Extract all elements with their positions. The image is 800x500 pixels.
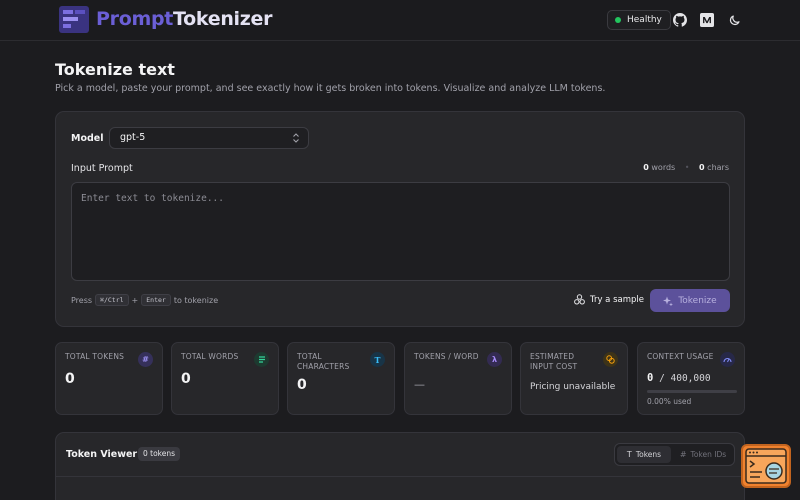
counts-separator: • (684, 163, 690, 172)
model-select[interactable]: gpt-5 (109, 127, 309, 149)
brand-part-tokenizer: Tokenizer (173, 8, 273, 30)
hint-key-modifier: ⌘/Ctrl (95, 294, 129, 306)
sparkles-icon (663, 296, 674, 306)
health-status-badge[interactable]: Healthy (607, 10, 671, 30)
tab-token-ids[interactable]: # Token IDs (673, 446, 733, 463)
context-total: / 400,000 (659, 373, 711, 384)
text-t-icon: T (626, 450, 632, 459)
hint-to-tokenize: to tokenize (173, 295, 219, 305)
tokenize-button[interactable]: Tokenize (650, 289, 730, 312)
estimated-cost-value: Pricing unavailable (530, 382, 616, 392)
total-tokens-label: TOTAL TOKENS (65, 352, 125, 361)
stat-card-total-words: TOTAL WORDS 0 (171, 342, 279, 415)
stat-card-estimated-cost: ESTIMATED INPUT COST Pricing unavailable (520, 342, 628, 415)
total-characters-value: 0 (297, 377, 307, 393)
total-tokens-value: 0 (65, 371, 75, 387)
hash-icon: # (138, 352, 153, 367)
shapes-icon (574, 294, 585, 305)
context-usage-bar (647, 390, 737, 393)
context-percent-used: 0.00% used (647, 397, 692, 406)
chars-unit: chars (707, 163, 729, 172)
total-words-label: TOTAL WORDS (181, 352, 239, 361)
stat-card-total-characters: TOTAL CHARACTERS T 0 (287, 342, 395, 415)
moon-icon[interactable] (728, 13, 742, 27)
terminal-search-icon (745, 448, 787, 484)
viewer-divider (56, 476, 744, 477)
chars-count: 0 (699, 163, 705, 172)
text-lines-icon (254, 352, 269, 367)
hash-small-icon: # (679, 450, 687, 459)
tab-token-ids-label: Token IDs (690, 450, 727, 459)
logo-icon[interactable] (59, 6, 89, 33)
model-label: Model (71, 133, 104, 144)
context-usage-value: 0 / 400,000 (647, 372, 711, 384)
prompt-input[interactable] (71, 182, 730, 281)
estimated-cost-label: ESTIMATED INPUT COST (530, 352, 578, 371)
view-mode-toggle: T Tokens # Token IDs (614, 443, 735, 466)
context-usage-label: CONTEXT USAGE (647, 352, 714, 361)
gauge-icon (720, 352, 735, 367)
model-select-value: gpt-5 (120, 132, 146, 143)
github-icon[interactable] (673, 13, 687, 27)
hint-key-enter: Enter (141, 294, 171, 306)
token-viewer-title: Token Viewer (66, 449, 138, 460)
status-dot-icon (615, 17, 621, 23)
page-title: Tokenize text (55, 60, 175, 79)
lambda-icon: λ (487, 352, 502, 367)
tokens-per-word-value: — (414, 378, 425, 391)
medium-icon[interactable] (700, 13, 714, 27)
words-count: 0 (643, 163, 649, 172)
floating-terminal-button[interactable] (741, 444, 791, 488)
total-words-value: 0 (181, 371, 191, 387)
context-used: 0 (647, 372, 654, 384)
words-unit: words (651, 163, 676, 172)
top-bar: PromptTokenizer Healthy (0, 0, 800, 41)
token-viewer-card: Token Viewer 0 tokens T Tokens # Token I… (55, 432, 745, 500)
letter-t-icon: T (370, 352, 385, 367)
tab-tokens[interactable]: T Tokens (617, 446, 671, 463)
hint-plus: + (131, 295, 139, 305)
keyboard-hint: Press ⌘/Ctrl + Enter to tokenize (71, 294, 218, 306)
prompt-counts: 0 words • 0 chars (643, 163, 729, 172)
chevron-up-down-icon (293, 133, 299, 143)
try-sample-button[interactable]: Try a sample (574, 294, 644, 305)
stat-card-total-tokens: TOTAL TOKENS # 0 (55, 342, 163, 415)
input-prompt-label: Input Prompt (71, 163, 133, 174)
stat-card-tokens-per-word: TOKENS / WORD λ — (404, 342, 512, 415)
brand-name[interactable]: PromptTokenizer (96, 8, 272, 30)
total-characters-label: TOTAL CHARACTERS (297, 352, 350, 371)
tokenize-form-card: Model gpt-5 Input Prompt 0 words • 0 cha… (55, 111, 745, 327)
tokens-per-word-label: TOKENS / WORD (414, 352, 479, 361)
hint-press: Press (71, 295, 93, 305)
page-subtitle: Pick a model, paste your prompt, and see… (55, 83, 606, 94)
health-status-label: Healthy (627, 15, 662, 25)
brand-part-prompt: Prompt (96, 8, 174, 30)
stat-card-context-usage: CONTEXT USAGE 0 / 400,000 0.00% used (637, 342, 745, 415)
tokenize-label: Tokenize (678, 295, 717, 306)
token-count-badge: 0 tokens (138, 447, 181, 461)
try-sample-label: Try a sample (590, 294, 644, 305)
tab-tokens-label: Tokens (635, 450, 662, 459)
coins-icon (603, 352, 618, 367)
